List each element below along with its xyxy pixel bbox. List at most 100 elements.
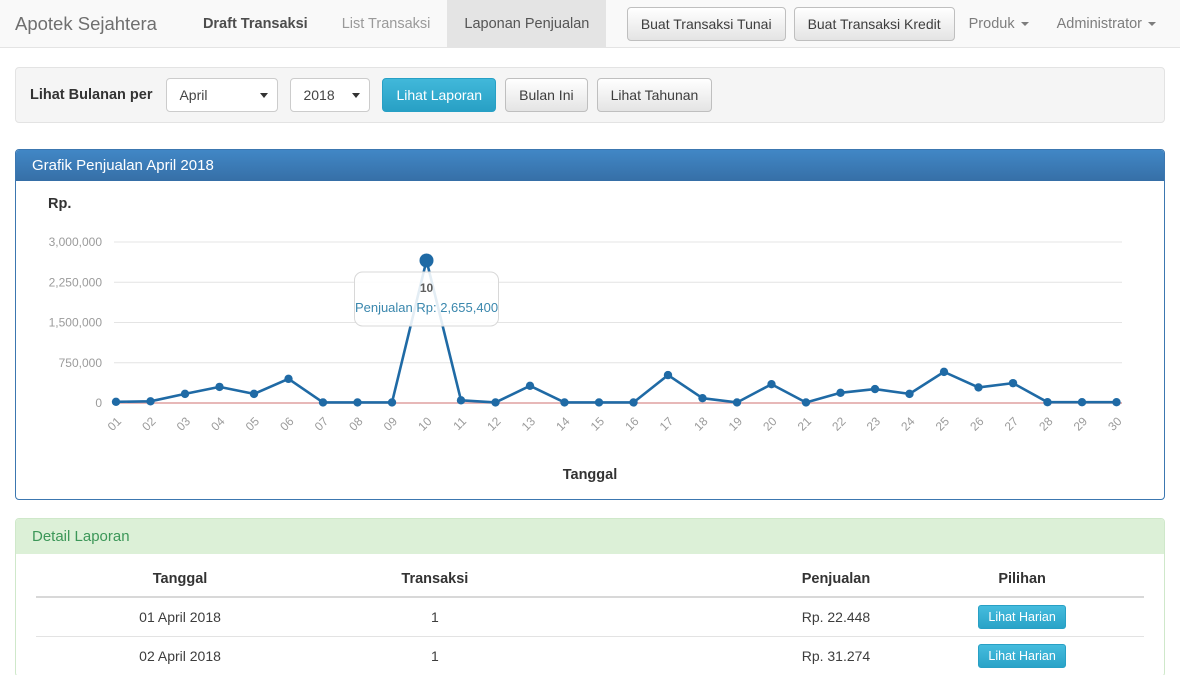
x-tick-label: 19 [726,414,746,434]
lihat-laporan-button[interactable]: Lihat Laporan [382,78,496,112]
filter-label: Lihat Bulanan per [30,87,152,103]
year-select[interactable]: 2018 [290,78,370,112]
y-tick-label: 3,000,000 [49,235,103,249]
x-tick-label: 11 [450,414,469,433]
data-point[interactable] [1112,398,1120,406]
data-point[interactable] [388,398,396,406]
nav-items: Draft TransaksiList TransaksiLaponan Pen… [186,0,606,47]
row-pilihan: Lihat Harian [900,637,1144,675]
y-tick-label: 2,250,000 [49,275,103,289]
chevron-down-icon [260,93,268,98]
table-row: 01 April 20181Rp. 22.448 Lihat Harian [36,597,1144,637]
row-transaksi: 1 [324,597,546,637]
lihat-harian-button[interactable]: Lihat Harian [978,605,1065,629]
x-tick-label: 13 [519,414,539,434]
x-tick-label: 04 [208,414,228,434]
x-tick-label: 01 [105,414,125,434]
data-point[interactable] [664,371,672,379]
data-point[interactable] [940,368,948,376]
x-tick-label: 20 [760,414,780,434]
x-tick-label: 25 [933,414,953,434]
filter-bar: Lihat Bulanan per April 2018 Lihat Lapor… [15,67,1165,123]
chevron-down-icon [352,93,360,98]
data-point[interactable] [595,398,603,406]
data-point[interactable] [215,383,223,391]
data-point[interactable] [457,396,465,404]
data-point[interactable] [974,383,982,391]
sales-line-chart: 0750,0001,500,0002,250,0003,000,00001020… [30,214,1150,452]
data-point[interactable] [1043,398,1051,406]
chart-panel: Grafik Penjualan April 2018 Rp. 0750,000… [15,149,1165,500]
y-tick-label: 750,000 [59,356,103,370]
buat-transaksi-tunai-button[interactable]: Buat Transaksi Tunai [627,7,786,41]
x-tick-label: 22 [829,414,849,434]
produk-dropdown[interactable]: Produk [955,16,1043,32]
data-point[interactable] [319,398,327,406]
nav-item-laponan-penjualan[interactable]: Laponan Penjualan [447,0,606,47]
row-transaksi: 1 [324,637,546,675]
x-tick-label: 17 [657,414,677,434]
col-header-tanggal: Tanggal [36,562,324,597]
data-point[interactable] [629,398,637,406]
row-penjualan: Rp. 22.448 [546,597,901,637]
data-point[interactable] [250,390,258,398]
detail-panel: Detail Laporan TanggalTransaksiPenjualan… [15,518,1165,675]
row-tanggal: 01 April 2018 [36,597,324,637]
month-select[interactable]: April [166,78,278,112]
data-point[interactable] [836,389,844,397]
x-tick-label: 23 [864,414,884,434]
data-point[interactable] [353,398,361,406]
year-select-value: 2018 [303,87,334,103]
data-point[interactable] [560,398,568,406]
x-tick-label: 07 [312,414,332,434]
x-tick-label: 30 [1105,414,1125,434]
chevron-down-icon [1021,22,1029,26]
x-tick-label: 03 [174,414,194,434]
data-point[interactable] [871,385,879,393]
detail-panel-title: Detail Laporan [16,519,1164,554]
data-point[interactable] [698,394,706,402]
chevron-down-icon [1148,22,1156,26]
data-point[interactable] [146,397,154,405]
data-point[interactable] [1009,379,1017,387]
lihat-tahunan-button[interactable]: Lihat Tahunan [597,78,713,112]
data-point[interactable] [802,398,810,406]
highlighted-data-point[interactable] [420,253,434,267]
nav-item-draft-transaksi[interactable]: Draft Transaksi [186,0,325,47]
chart-panel-title: Grafik Penjualan April 2018 [16,150,1164,181]
administrator-dropdown[interactable]: Administrator [1043,16,1170,32]
x-tick-label: 26 [967,414,987,434]
row-penjualan: Rp. 31.274 [546,637,901,675]
data-point[interactable] [733,398,741,406]
y-tick-label: 1,500,000 [49,316,103,330]
data-point[interactable] [526,382,534,390]
chart-area: Rp. 0750,0001,500,0002,250,0003,000,0000… [16,181,1164,499]
col-header-pilihan: Pilihan [900,562,1144,597]
data-point[interactable] [767,380,775,388]
detail-table-wrap: TanggalTransaksiPenjualanPilihan 01 Apri… [16,554,1164,675]
x-tick-label: 14 [553,414,573,434]
x-tick-label: 16 [622,414,642,434]
data-point[interactable] [181,390,189,398]
lihat-harian-button[interactable]: Lihat Harian [978,644,1065,668]
data-point[interactable] [905,390,913,398]
data-point[interactable] [1078,398,1086,406]
data-point[interactable] [491,398,499,406]
x-tick-label: 12 [484,414,504,434]
x-tick-label: 10 [415,414,435,434]
navbar-actions: Buat Transaksi TunaiBuat Transaksi Kredi… [619,0,1180,47]
row-pilihan: Lihat Harian [900,597,1144,637]
data-point[interactable] [112,398,120,406]
nav-item-list-transaksi[interactable]: List Transaksi [325,0,448,47]
col-header-penjualan: Penjualan [546,562,901,597]
month-select-value: April [179,87,207,103]
x-tick-label: 02 [139,414,159,434]
data-point[interactable] [284,375,292,383]
x-tick-label: 24 [898,414,918,434]
buat-transaksi-kredit-button[interactable]: Buat Transaksi Kredit [794,7,955,41]
brand[interactable]: Apotek Sejahtera [0,0,172,47]
x-tick-label: 18 [691,414,711,434]
x-tick-label: 09 [381,414,401,434]
x-tick-label: 27 [1002,414,1022,434]
bulan-ini-button[interactable]: Bulan Ini [505,78,587,112]
